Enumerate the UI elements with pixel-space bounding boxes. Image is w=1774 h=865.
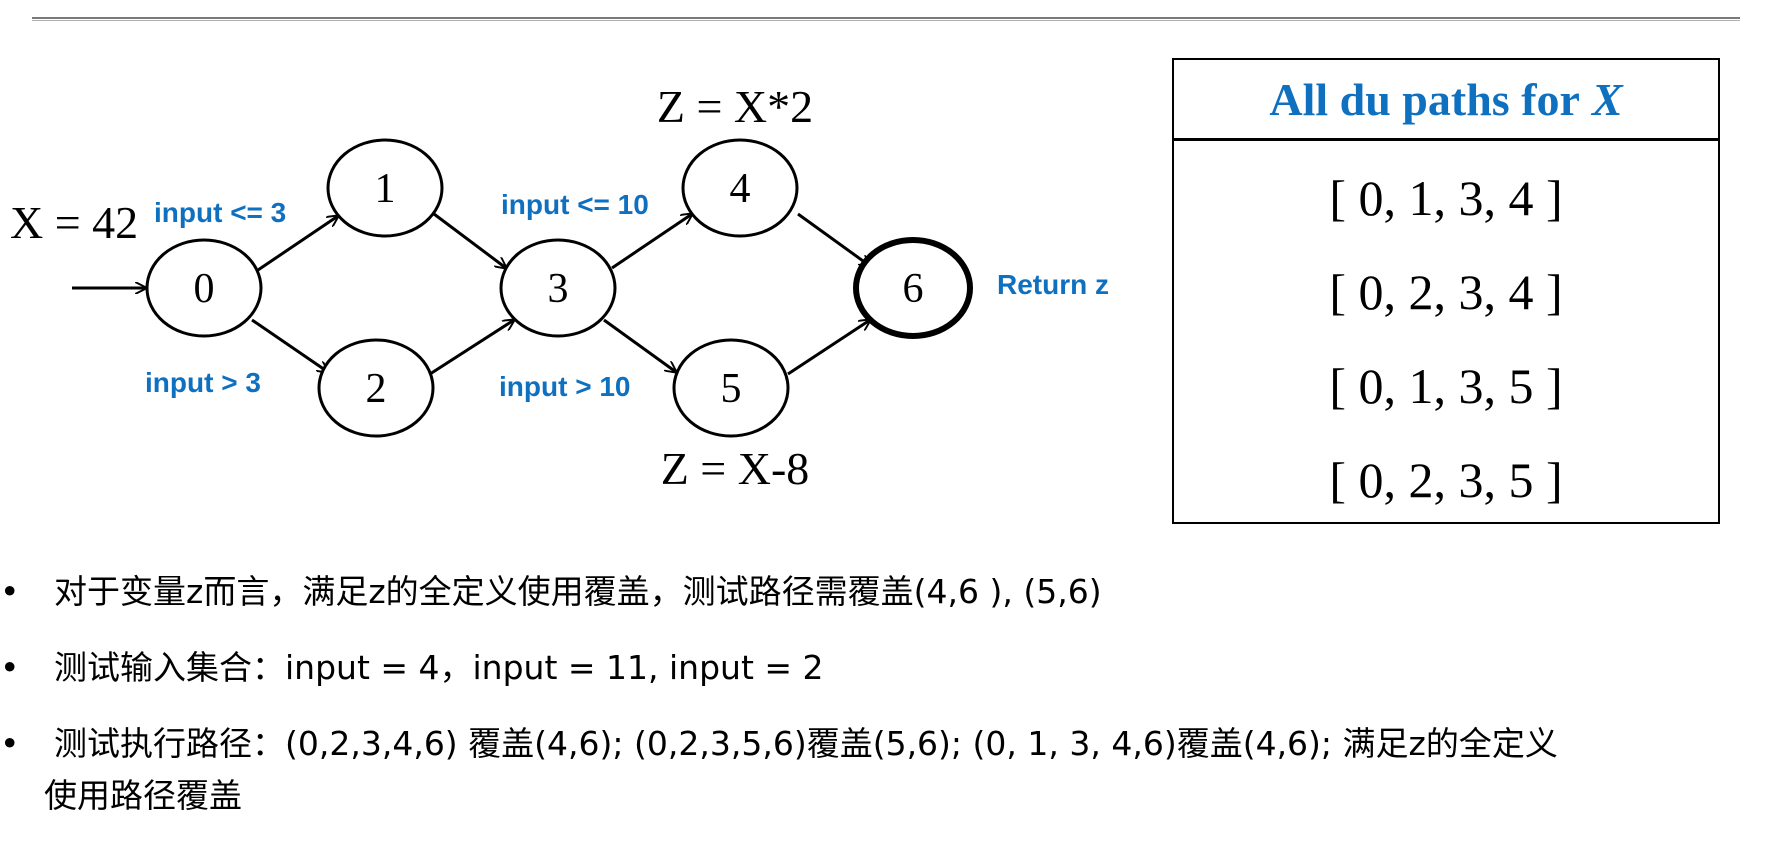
condition-to-node-2: input > 3 bbox=[145, 367, 261, 398]
bullet-text: 测试输入集合：input = 4，input = 11, input = 2 bbox=[54, 648, 824, 687]
du-path-row: [ 0, 1, 3, 4 ] bbox=[1329, 170, 1563, 226]
bullet-text: 测试执行路径：(0,2,3,4,6) 覆盖(4,6); (0,2,3,5,6)覆… bbox=[54, 724, 1558, 763]
condition-to-node-4: input <= 10 bbox=[501, 189, 649, 220]
node-4: 4 bbox=[681, 138, 799, 238]
node-5-definition: Z = X-8 bbox=[661, 443, 810, 494]
condition-to-node-5: input > 10 bbox=[499, 371, 630, 402]
du-path-row: [ 0, 2, 3, 4 ] bbox=[1329, 264, 1563, 320]
edge-3-5 bbox=[603, 318, 676, 372]
bullet-marker: • bbox=[0, 648, 20, 687]
node-0: 0 bbox=[145, 238, 263, 338]
bullet-item: • 测试执行路径：(0,2,3,4,6) 覆盖(4,6); (0,2,3,5,6… bbox=[0, 718, 1774, 822]
node-5: 5 bbox=[672, 338, 790, 438]
exit-label: Return z bbox=[997, 269, 1109, 300]
du-paths-table-header: All du paths for X bbox=[1174, 60, 1718, 141]
node-3: 3 bbox=[499, 238, 617, 338]
edge-3-4 bbox=[611, 214, 692, 270]
bullet-list: • 对于变量z而言，满足z的全定义使用覆盖，测试路径需覆盖(4,6 ), (5,… bbox=[0, 566, 1774, 846]
du-header-text: All du paths for bbox=[1269, 73, 1580, 125]
node-6-label: 6 bbox=[903, 266, 924, 312]
node-6-exit: 6 bbox=[853, 237, 973, 339]
du-paths-table: All du paths for X [ 0, 1, 3, 4 ] [ 0, 2… bbox=[1172, 58, 1720, 524]
condition-to-node-1: input <= 3 bbox=[154, 197, 286, 228]
du-header-variable: X bbox=[1591, 73, 1623, 125]
node-1: 1 bbox=[326, 138, 444, 238]
bullet-item: • 测试输入集合：input = 4，input = 11, input = 2 bbox=[0, 642, 1774, 694]
node-2-label: 2 bbox=[366, 366, 387, 412]
node-0-label: 0 bbox=[194, 266, 215, 312]
bullet-marker: • bbox=[0, 724, 20, 763]
node-5-label: 5 bbox=[721, 366, 742, 412]
entry-label: X = 42 bbox=[10, 197, 138, 248]
edge-1-3 bbox=[433, 212, 506, 268]
node-4-label: 4 bbox=[730, 166, 751, 212]
node-4-definition: Z = X*2 bbox=[657, 81, 813, 132]
bullet-text: 对于变量z而言，满足z的全定义使用覆盖，测试路径需覆盖(4,6 ), (5,6) bbox=[54, 572, 1102, 611]
edge-0-2 bbox=[251, 318, 328, 372]
bullet-item: • 对于变量z而言，满足z的全定义使用覆盖，测试路径需覆盖(4,6 ), (5,… bbox=[0, 566, 1774, 618]
node-3-label: 3 bbox=[548, 266, 569, 312]
node-2: 2 bbox=[317, 338, 435, 438]
du-path-row: [ 0, 1, 3, 5 ] bbox=[1329, 358, 1563, 414]
bullet-marker: • bbox=[0, 572, 20, 611]
du-path-row: [ 0, 2, 3, 5 ] bbox=[1329, 452, 1563, 508]
edge-5-6 bbox=[787, 320, 870, 376]
node-1-label: 1 bbox=[375, 166, 396, 212]
edge-2-3 bbox=[429, 320, 514, 376]
edge-4-6 bbox=[797, 212, 870, 266]
du-paths-list: [ 0, 1, 3, 4 ] [ 0, 2, 3, 4 ] [ 0, 1, 3,… bbox=[1174, 141, 1718, 527]
bullet-text-continuation: 使用路径覆盖 bbox=[44, 776, 242, 815]
control-flow-graph: 0 1 2 3 4 5 6 X = 42 input <= 3 input > … bbox=[10, 81, 1109, 494]
